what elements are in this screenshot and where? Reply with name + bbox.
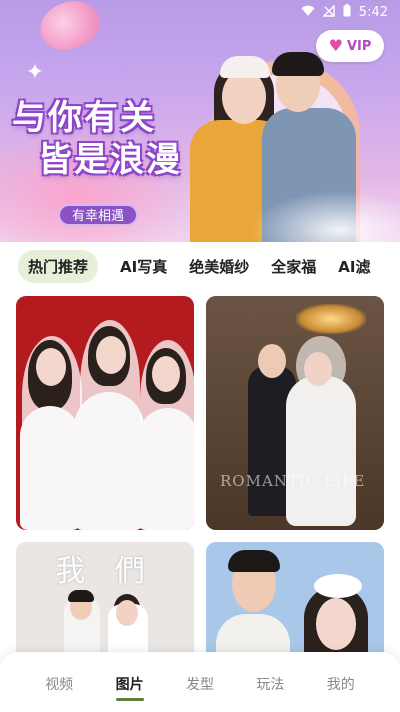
groom-hair — [228, 550, 280, 572]
photo-card[interactable] — [16, 296, 194, 530]
tab-family-photo[interactable]: 全家福 — [271, 256, 316, 277]
nav-video-label: 视频 — [45, 677, 74, 693]
bride-figure — [20, 406, 80, 530]
status-bar: 5:42 — [0, 0, 400, 24]
nav-play-label: 玩法 — [256, 677, 285, 693]
nav-profile-label: 我的 — [326, 677, 355, 693]
nav-image[interactable]: 图片 — [106, 674, 154, 701]
nav-image-label: 图片 — [115, 677, 144, 693]
bride-face — [304, 352, 332, 386]
status-time: 5:42 — [358, 4, 388, 20]
groom-hair — [68, 590, 94, 602]
bride-face — [316, 598, 356, 650]
bow-headpiece — [314, 574, 362, 598]
tab-hot-recommend[interactable]: 热门推荐 — [18, 249, 99, 283]
vip-label: VIP — [346, 38, 372, 54]
photo-caption: 我 們 — [55, 554, 155, 589]
bottom-nav: 视频 图片 发型 玩法 我的 — [0, 652, 400, 712]
groom-face — [258, 344, 286, 378]
active-indicator — [115, 698, 144, 701]
nav-profile[interactable]: 我的 — [317, 674, 365, 694]
photo-watermark: ROMANTIC LIFE — [220, 472, 366, 490]
bride-face — [36, 348, 66, 386]
nav-play[interactable]: 玩法 — [246, 674, 294, 694]
tab-wedding-dress[interactable]: 绝美婚纱 — [189, 256, 249, 277]
bride-figure — [138, 408, 194, 530]
cloud-decoration — [250, 190, 400, 250]
man-hair — [272, 52, 324, 76]
bride-figure — [286, 376, 356, 526]
sparkle-icon: ✦ — [25, 60, 45, 85]
chandelier — [296, 304, 366, 334]
bride-face — [152, 356, 180, 392]
banner-tag: 有幸相遇 — [58, 204, 139, 226]
tab-ai-filter[interactable]: AI滤 — [338, 256, 370, 277]
bride-face — [116, 600, 138, 626]
bride-face — [96, 336, 126, 374]
banner-title-line-2: 皆是浪漫 — [38, 140, 182, 180]
tab-ai-portrait[interactable]: AI写真 — [120, 256, 167, 277]
vip-button[interactable]: ♥ VIP — [316, 30, 384, 62]
category-tabs: 热门推荐 AI写真 绝美婚纱 全家福 AI滤 — [0, 242, 400, 290]
bride-figure — [74, 392, 144, 530]
wifi-icon — [301, 5, 315, 20]
woman-face — [222, 70, 266, 124]
battery-icon — [343, 4, 351, 20]
nav-hairstyle[interactable]: 发型 — [176, 674, 224, 694]
nav-hairstyle-label: 发型 — [185, 677, 214, 693]
nav-video[interactable]: 视频 — [35, 674, 83, 694]
photo-card[interactable]: ROMANTIC LIFE — [206, 296, 384, 530]
heart-v-icon: ♥ — [328, 36, 343, 55]
signal-off-icon — [322, 3, 335, 20]
woman-hat — [220, 56, 270, 78]
